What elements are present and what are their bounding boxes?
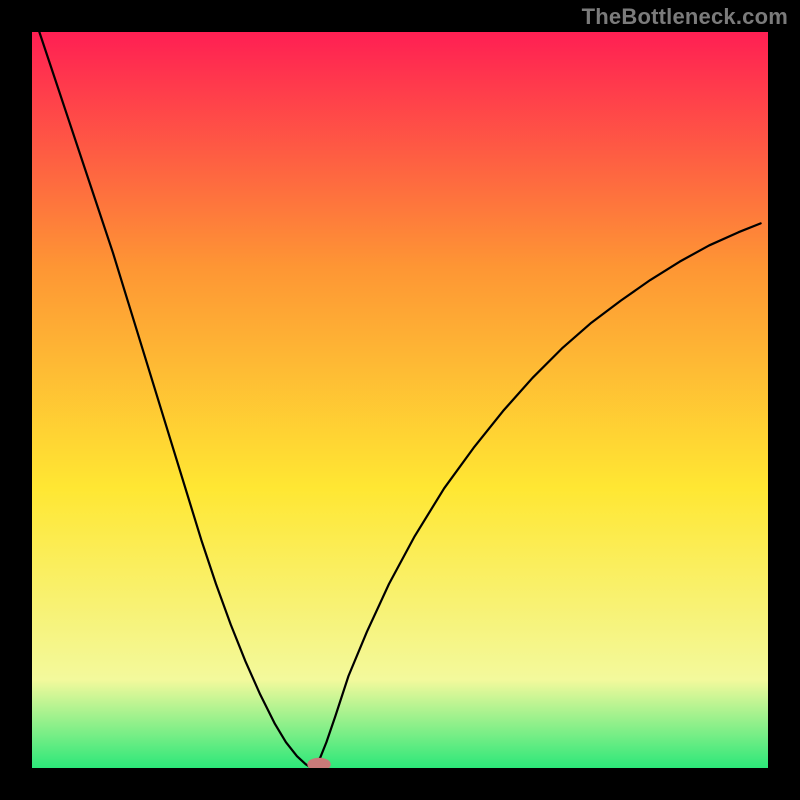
watermark-text: TheBottleneck.com (582, 4, 788, 30)
gradient-background (32, 32, 768, 768)
chart-svg (32, 32, 768, 768)
chart-outer-frame: TheBottleneck.com (0, 0, 800, 800)
plot-area (32, 32, 768, 768)
